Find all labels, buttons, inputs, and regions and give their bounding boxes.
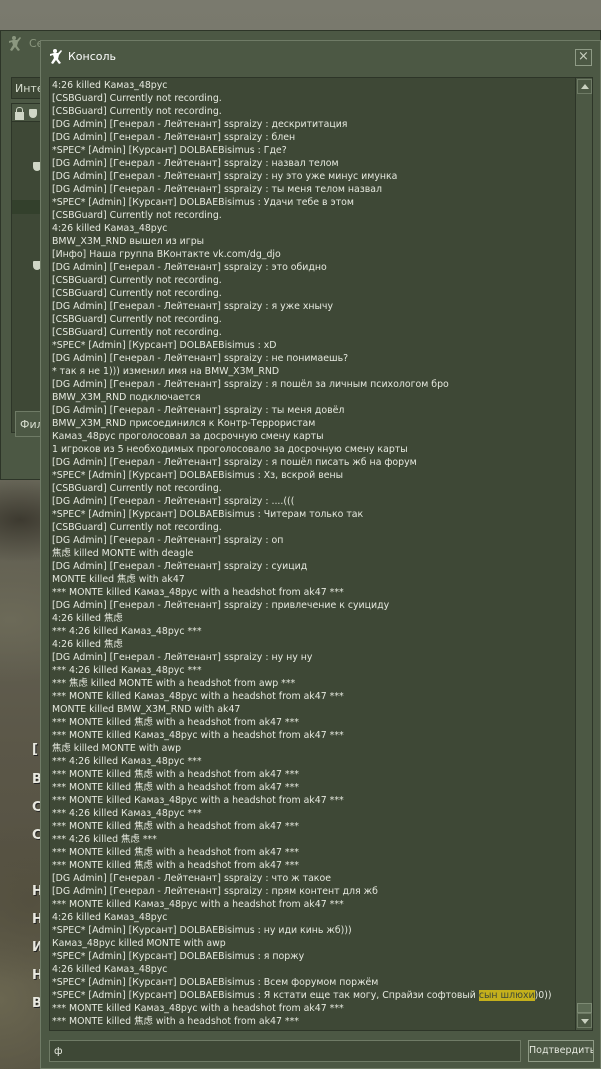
console-line: 4:26 killed 焦虑 — [52, 639, 123, 650]
console-line: *SPEC* [Admin] [Курсант] DOLBAEBisimus :… — [52, 470, 344, 481]
console-line: *** MONTE killed 焦虑 with a headshot from… — [52, 847, 299, 858]
close-icon: × — [578, 49, 589, 64]
console-line: [DG Admin] [Генерал - Лейтенант] sspraiz… — [52, 353, 349, 364]
console-line: [CSBGuard] Currently not recording. — [52, 210, 222, 221]
console-line: 4:26 killed Камаз_48рус — [52, 912, 168, 923]
console-line: *** MONTE killed Камаз_48рус with a head… — [52, 795, 344, 806]
console-title: Консоль — [68, 50, 117, 63]
console-line: 4:26 killed Камаз_48рус — [52, 80, 168, 91]
console-line: BMW_X3M_RND присоединился к Контр-Террор… — [52, 418, 316, 429]
console-line: [DG Admin] [Генерал - Лейтенант] sspraiz… — [52, 158, 339, 169]
console-log[interactable]: 4:26 killed Камаз_48рус [CSBGuard] Curren… — [49, 77, 593, 1031]
lock-icon — [15, 107, 24, 120]
tab-internet[interactable]: Интернет — [11, 77, 41, 99]
console-line: 4:26 killed Камаз_48рус — [52, 964, 168, 975]
console-line: [CSBGuard] Currently not recording. — [52, 288, 222, 299]
console-line: *** MONTE killed 焦虑 with a headshot from… — [52, 717, 299, 728]
console-line: [DG Admin] [Генерал - Лейтенант] sspraiz… — [52, 379, 449, 390]
console-line: [CSBGuard] Currently not recording. — [52, 275, 222, 286]
console-line: *SPEC* [Admin] [Курсант] DOLBAEBisimus :… — [52, 990, 552, 1001]
console-line: 焦虑 killed MONTE with awp — [52, 743, 182, 754]
console-line: [DG Admin] [Генерал - Лейтенант] sspraiz… — [52, 262, 327, 273]
shield-icon — [29, 109, 37, 118]
scroll-down-button[interactable] — [577, 1013, 592, 1028]
console-line: *SPEC* [Admin] [Курсант] DOLBAEBisimus :… — [52, 951, 305, 962]
console-log-lines: 4:26 killed Камаз_48рус [CSBGuard] Curren… — [52, 79, 572, 1028]
console-line: *** MONTE killed 焦虑 with a headshot from… — [52, 782, 299, 793]
console-line: [DG Admin] [Генерал - Лейтенант] sspraiz… — [52, 457, 417, 468]
console-line: *** 4:26 killed Камаз_48рус *** — [52, 626, 202, 637]
console-line: *** MONTE killed 焦虑 with a headshot from… — [52, 860, 299, 871]
console-line: [CSBGuard] Currently not recording. — [52, 106, 222, 117]
arrow-down-icon — [581, 1019, 589, 1024]
console-line: 4:26 killed 焦虑 — [52, 613, 123, 624]
console-line: BMW_X3M_RND вышел из игры — [52, 236, 205, 247]
console-line: *SPEC* [Admin] [Курсант] DOLBAEBisimus :… — [52, 925, 352, 936]
scroll-up-button[interactable] — [577, 79, 592, 94]
console-titlebar[interactable]: Консоль × — [41, 41, 600, 71]
console-line: [DG Admin] [Генерал - Лейтенант] sspraiz… — [52, 886, 378, 897]
bg-text-fragment: [ — [32, 742, 38, 757]
console-line: [DG Admin] [Генерал - Лейтенант] sspraiz… — [52, 600, 390, 611]
console-line: *SPEC* [Admin] [Курсант] DOLBAEBisimus :… — [52, 197, 354, 208]
console-line: 焦虑 killed MONTE with deagle — [52, 548, 194, 559]
console-line: *SPEC* [Admin] [Курсант] DOLBAEBisimus :… — [52, 145, 287, 156]
console-line: [DG Admin] [Генерал - Лейтенант] sspraiz… — [52, 405, 345, 416]
console-line: [DG Admin] [Генерал - Лейтенант] sspraiz… — [52, 561, 308, 572]
command-input[interactable] — [49, 1040, 521, 1062]
console-line: [DG Admin] [Генерал - Лейтенант] sspraiz… — [52, 171, 398, 182]
console-line: [DG Admin] [Генерал - Лейтенант] sspraiz… — [52, 873, 331, 884]
console-line: *** MONTE killed 焦虑 with a headshot from… — [52, 769, 299, 780]
console-line: [DG Admin] [Генерал - Лейтенант] sspraiz… — [52, 132, 296, 143]
console-line: *** MONTE killed 焦虑 with a headshot from… — [52, 821, 299, 832]
console-line: *** MONTE killed Камаз_48рус with a head… — [52, 587, 344, 598]
console-line: BMW_X3M_RND подключается — [52, 392, 201, 403]
console-line: [DG Admin] [Генерал - Лейтенант] sspraiz… — [52, 652, 313, 663]
console-line: Камаз_48рус killed MONTE with awp — [52, 938, 226, 949]
console-line: * так я не 1))) изменил имя на BMW_X3M_R… — [52, 366, 280, 377]
scroll-thumb[interactable] — [577, 1003, 592, 1013]
console-line: *** 4:26 killed 焦虑 *** — [52, 834, 157, 845]
console-line: *** MONTE killed Камаз_48рус with a head… — [52, 691, 344, 702]
highlighted-text: сын шлюхи — [478, 990, 535, 1001]
console-line: *SPEC* [Admin] [Курсант] DOLBAEBisimus :… — [52, 977, 379, 988]
console-line: *** MONTE killed Камаз_48рус with a head… — [52, 899, 344, 910]
console-line: [CSBGuard] Currently not recording. — [52, 327, 222, 338]
console-line: [Инфо] Наша группа ВКонтакте vk.com/dg_d… — [52, 249, 281, 260]
console-line: [DG Admin] [Генерал - Лейтенант] sspraiz… — [52, 496, 295, 507]
console-line: 1 игроков из 5 необходимых проголосовало… — [52, 444, 408, 455]
close-button[interactable]: × — [575, 49, 592, 66]
console-line: *** 4:26 killed Камаз_48рус *** — [52, 756, 202, 767]
arrow-up-icon — [581, 84, 589, 89]
console-line: *SPEC* [Admin] [Курсант] DOLBAEBisimus :… — [52, 509, 364, 520]
console-line: [CSBGuard] Currently not recording. — [52, 522, 222, 533]
console-line: [CSBGuard] Currently not recording. — [52, 314, 222, 325]
console-line: [DG Admin] [Генерал - Лейтенант] sspraiz… — [52, 184, 383, 195]
console-line: [DG Admin] [Генерал - Лейтенант] sspraiz… — [52, 535, 284, 546]
vertical-scrollbar[interactable] — [575, 78, 592, 1030]
console-line: *SPEC* [Admin] [Курсант] DOLBAEBisimus :… — [52, 340, 277, 351]
console-line: Камаз_48рус проголосовал за досрочную см… — [52, 431, 324, 442]
console-line: *** MONTE killed 焦虑 with a headshot from… — [52, 1016, 299, 1027]
server-list[interactable] — [11, 103, 44, 433]
console-line: *** 4:26 killed Камаз_48рус *** — [52, 665, 202, 676]
filters-button[interactable]: Фильтры — [15, 411, 43, 437]
console-line: [CSBGuard] Currently not recording. — [52, 93, 222, 104]
console-line: *** MONTE killed Камаз_48рус with a head… — [52, 730, 344, 741]
console-line: MONTE killed BMW_X3M_RND with ak47 — [52, 704, 241, 715]
console-line: [CSBGuard] Currently not recording. — [52, 483, 222, 494]
console-line: *** MONTE killed Камаз_48рус with a head… — [52, 1003, 344, 1014]
console-line: *** 焦虑 killed MONTE with a headshot from… — [52, 678, 296, 689]
cs-logo-icon — [9, 36, 21, 51]
console-line: MONTE killed 焦虑 with ak47 — [52, 574, 185, 585]
cs-logo-icon — [50, 49, 62, 64]
console-line: [DG Admin] [Генерал - Лейтенант] sspraiz… — [52, 119, 348, 130]
console-line: *** 4:26 killed Камаз_48рус *** — [52, 808, 202, 819]
console-window[interactable]: Консоль × 4:26 killed Камаз_48рус [CSBGua… — [40, 40, 601, 1069]
console-line: [DG Admin] [Генерал - Лейтенант] sspraiz… — [52, 301, 333, 312]
submit-button[interactable]: Подтвердить — [528, 1040, 594, 1062]
console-line: 4:26 killed Камаз_48рус — [52, 223, 168, 234]
